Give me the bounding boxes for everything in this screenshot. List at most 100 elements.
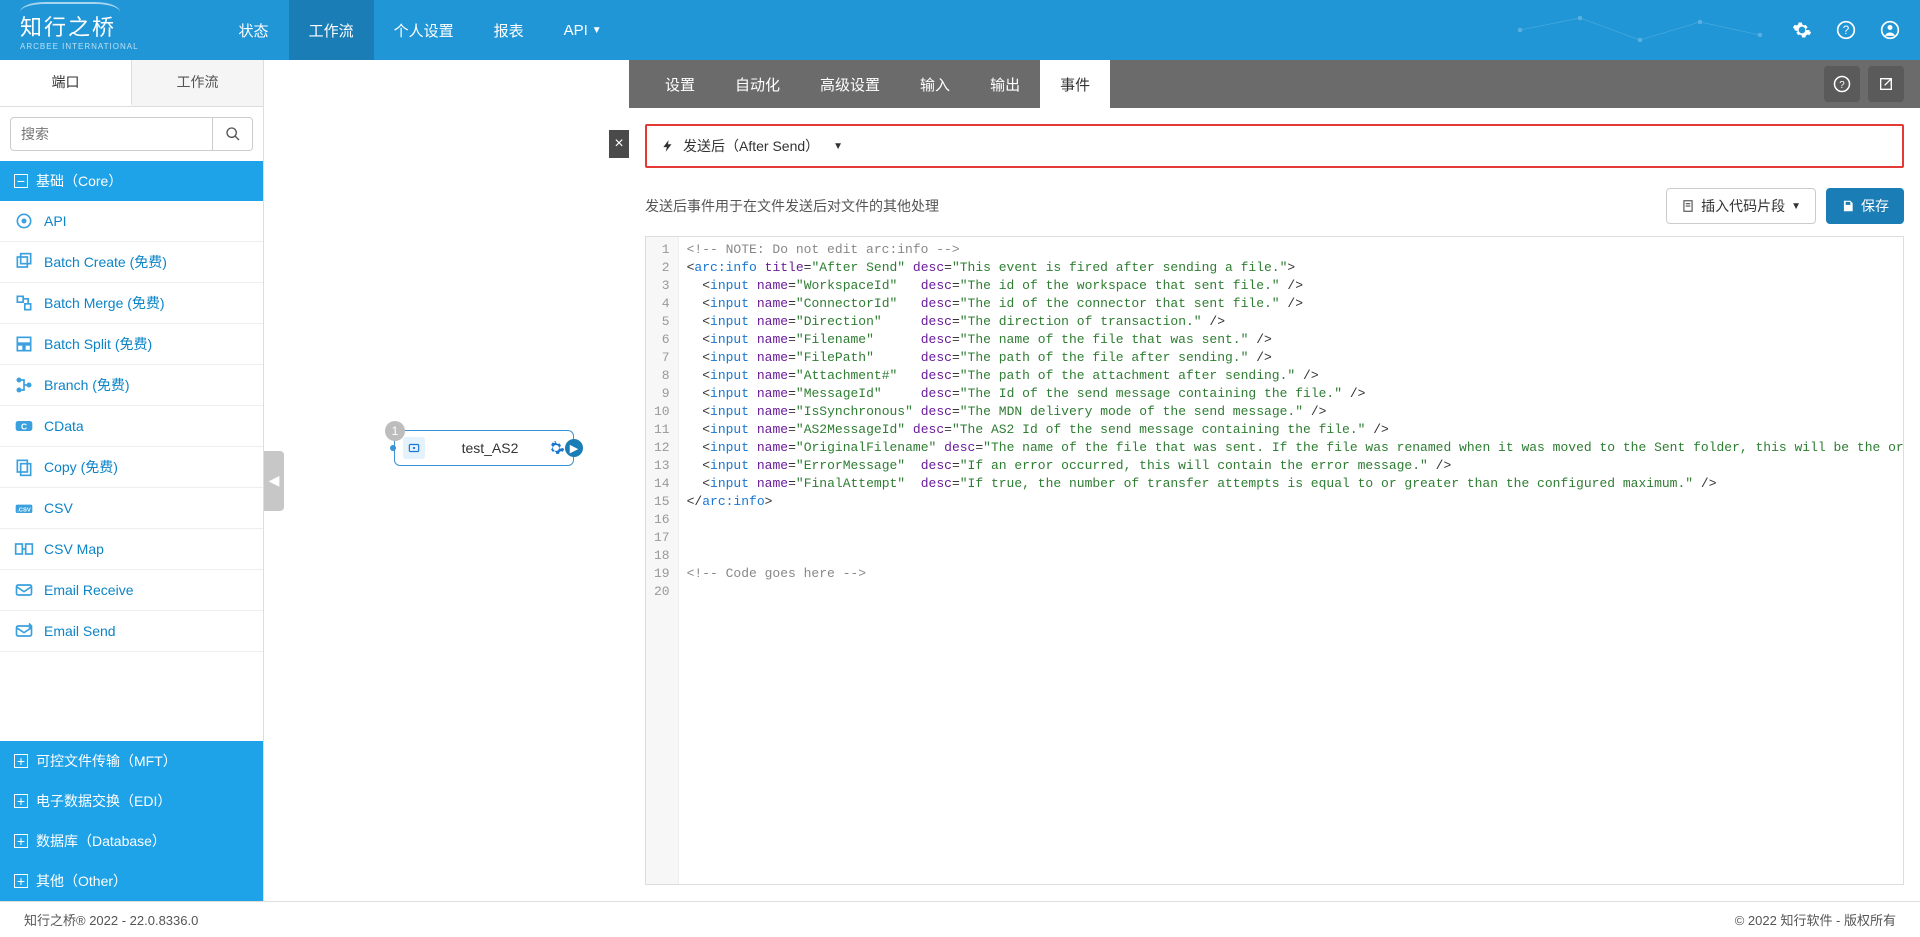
event-description: 发送后事件用于在文件发送后对文件的其他处理 [645, 196, 939, 216]
sidebar: 端口 工作流 − 基础（Core） API Batch Create (免费) … [0, 60, 264, 901]
panel-help-button[interactable]: ? [1824, 66, 1860, 102]
sidebar-collapse-handle[interactable]: ◀ [264, 451, 284, 511]
sidebar-tab-workflow[interactable]: 工作流 [132, 60, 263, 106]
as2-icon [403, 437, 425, 459]
branch-icon [14, 375, 34, 395]
plus-square-icon: + [14, 834, 28, 848]
connector-csv-map[interactable]: CSV Map [0, 529, 263, 570]
panel-body: 发送后（After Send） ▼ 发送后事件用于在文件发送后对文件的其他处理 … [629, 108, 1920, 901]
connector-batch-split[interactable]: Batch Split (免费) [0, 324, 263, 365]
connector-api[interactable]: API [0, 201, 263, 242]
svg-text:?: ? [1843, 24, 1850, 37]
insert-snippet-button[interactable]: 插入代码片段 ▼ [1666, 188, 1816, 224]
node-badge: 1 [385, 421, 405, 441]
node-gear-icon[interactable] [547, 439, 565, 457]
code-area[interactable]: <!-- NOTE: Do not edit arc:info --><arc:… [679, 237, 1903, 884]
document-icon [1681, 199, 1695, 213]
footer: 知行之桥® 2022 - 22.0.8336.0 © 2022 知行软件 - 版… [0, 901, 1920, 937]
workflow-node[interactable]: 1 test_AS2 ▶ [394, 430, 574, 466]
plus-square-icon: + [14, 794, 28, 808]
category-core-label: 基础（Core） [36, 171, 122, 191]
canvas[interactable]: ◀ × 1 test_AS2 ▶ [264, 60, 629, 901]
connector-copy[interactable]: Copy (免费) [0, 447, 263, 488]
tab-input[interactable]: 输入 [900, 60, 970, 108]
category-database[interactable]: +数据库（Database） [0, 821, 263, 861]
search-input[interactable] [10, 117, 213, 151]
footer-version: 知行之桥® 2022 - 22.0.8336.0 [24, 910, 198, 929]
line-gutter: 1234567891011121314151617181920 [646, 237, 679, 884]
category-other[interactable]: +其他（Other） [0, 861, 263, 901]
search-row [0, 107, 263, 161]
panel-tabs: 设置 自动化 高级设置 输入 输出 事件 ? [629, 60, 1920, 108]
description-row: 发送后事件用于在文件发送后对文件的其他处理 插入代码片段 ▼ 保存 [645, 188, 1904, 224]
decorative-network [1500, 10, 1800, 50]
tab-automation[interactable]: 自动化 [715, 60, 800, 108]
caret-down-icon: ▼ [833, 141, 843, 152]
right-panel: 设置 自动化 高级设置 输入 输出 事件 ? 发送后（After Send） ▼… [629, 60, 1920, 901]
user-icon[interactable] [1880, 20, 1900, 40]
logo: 知行之桥 ARCBEE INTERNATIONAL [20, 10, 139, 51]
nav-items: 状态 工作流 个人设置 报表 API▼ [219, 0, 622, 60]
connector-list: API Batch Create (免费) Batch Merge (免费) B… [0, 201, 263, 741]
desc-actions: 插入代码片段 ▼ 保存 [1666, 188, 1904, 224]
category-mft[interactable]: +可控文件传输（MFT） [0, 741, 263, 781]
search-icon [225, 126, 241, 142]
nav-reports[interactable]: 报表 [474, 0, 544, 60]
minus-square-icon: − [14, 174, 28, 188]
nav-status[interactable]: 状态 [219, 0, 289, 60]
gear-icon[interactable] [1792, 20, 1812, 40]
caret-down-icon: ▼ [1791, 201, 1801, 212]
code-editor[interactable]: 1234567891011121314151617181920 <!-- NOT… [645, 236, 1904, 885]
connector-batch-create[interactable]: Batch Create (免费) [0, 242, 263, 283]
csv-icon: .CSV [14, 498, 34, 518]
nav-right: ? [1792, 20, 1900, 40]
close-panel-button[interactable]: × [609, 130, 629, 158]
svg-text:.CSV: .CSV [17, 507, 31, 513]
email-receive-icon [14, 580, 34, 600]
category-core[interactable]: − 基础（Core） [0, 161, 263, 201]
svg-text:?: ? [1839, 80, 1845, 91]
logo-sub: ARCBEE INTERNATIONAL [20, 42, 139, 51]
batch-split-icon [14, 334, 34, 354]
copy-icon [14, 457, 34, 477]
nav-profile[interactable]: 个人设置 [374, 0, 474, 60]
node-input-port[interactable] [390, 445, 396, 451]
csv-map-icon [14, 539, 34, 559]
help-icon[interactable]: ? [1836, 20, 1856, 40]
sidebar-tabs: 端口 工作流 [0, 60, 263, 107]
nav-workflow[interactable]: 工作流 [289, 0, 374, 60]
node-title: test_AS2 [433, 440, 547, 456]
connector-branch[interactable]: Branch (免费) [0, 365, 263, 406]
bolt-icon [661, 139, 675, 153]
search-button[interactable] [213, 117, 253, 151]
event-dropdown-label: 发送后（After Send） [683, 136, 819, 156]
batch-create-icon [14, 252, 34, 272]
top-nav: 知行之桥 ARCBEE INTERNATIONAL 状态 工作流 个人设置 报表… [0, 0, 1920, 60]
connector-csv[interactable]: .CSVCSV [0, 488, 263, 529]
batch-merge-icon [14, 293, 34, 313]
sidebar-tab-port[interactable]: 端口 [0, 60, 132, 106]
main-layout: 端口 工作流 − 基础（Core） API Batch Create (免费) … [0, 60, 1920, 901]
connector-cdata[interactable]: CCData [0, 406, 263, 447]
plus-square-icon: + [14, 874, 28, 888]
svg-text:C: C [21, 421, 27, 431]
node-output-port[interactable]: ▶ [565, 439, 583, 457]
tab-settings[interactable]: 设置 [645, 60, 715, 108]
save-button[interactable]: 保存 [1826, 188, 1904, 224]
logo-main: 知行之桥 [20, 15, 116, 40]
tab-events[interactable]: 事件 [1040, 60, 1110, 108]
event-dropdown[interactable]: 发送后（After Send） ▼ [645, 124, 1904, 168]
save-icon [1841, 199, 1855, 213]
connector-batch-merge[interactable]: Batch Merge (免费) [0, 283, 263, 324]
cdata-icon: C [14, 416, 34, 436]
tab-advanced[interactable]: 高级设置 [800, 60, 900, 108]
panel-popout-button[interactable] [1868, 66, 1904, 102]
category-edi[interactable]: +电子数据交换（EDI） [0, 781, 263, 821]
plus-square-icon: + [14, 754, 28, 768]
connector-email-receive[interactable]: Email Receive [0, 570, 263, 611]
footer-copyright: © 2022 知行软件 - 版权所有 [1735, 910, 1896, 929]
connector-email-send[interactable]: Email Send [0, 611, 263, 652]
tab-output[interactable]: 输出 [970, 60, 1040, 108]
nav-api[interactable]: API▼ [544, 0, 622, 60]
panel-actions: ? [1824, 66, 1904, 102]
